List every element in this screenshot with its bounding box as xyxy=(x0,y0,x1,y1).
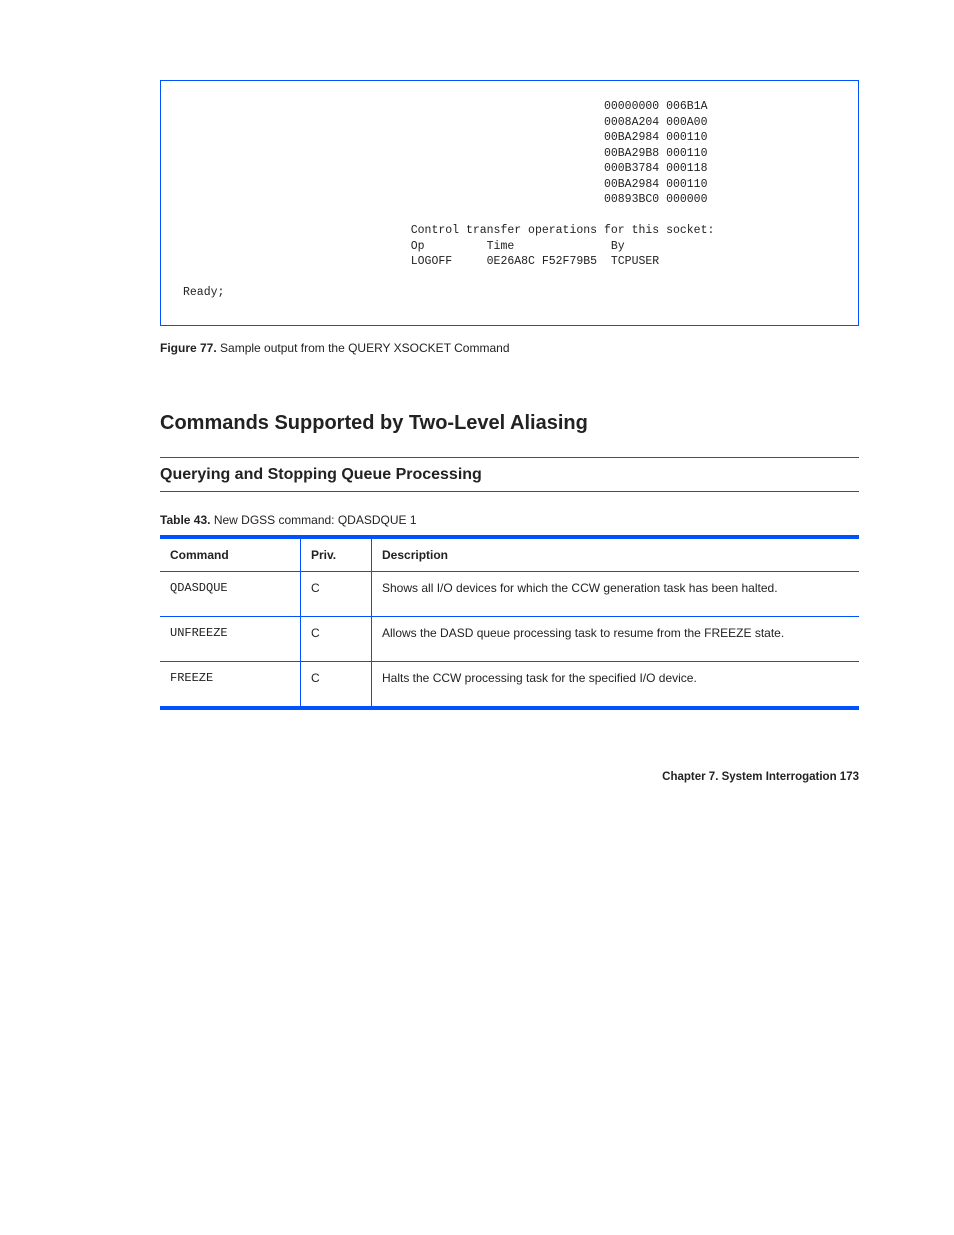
col-header-description: Description xyxy=(372,537,860,572)
table-header-row: Command Priv. Description xyxy=(160,537,859,572)
cell-description: Halts the CCW processing task for the sp… xyxy=(372,662,860,709)
cell-command: UNFREEZE xyxy=(160,617,301,662)
figure-caption-text: Sample output from the QUERY XSOCKET Com… xyxy=(220,341,509,355)
table-title-text: New DGSS command: QDASDQUE 1 xyxy=(214,513,417,527)
cell-priv: C xyxy=(301,662,372,709)
cell-description: Shows all I/O devices for which the CCW … xyxy=(372,571,860,616)
cell-priv: C xyxy=(301,571,372,616)
command-table: Command Priv. Description QDASDQUE C Sho… xyxy=(160,535,859,711)
figure-code-box: 00000000 006B1A 0008A204 000A00 00BA2984… xyxy=(160,80,859,326)
col-header-command: Command xyxy=(160,537,301,572)
table-title: Table 43. New DGSS command: QDASDQUE 1 xyxy=(160,512,859,528)
table-row: UNFREEZE C Allows the DASD queue process… xyxy=(160,617,859,662)
section-rule xyxy=(160,457,859,458)
figure-caption-label: Figure 77. xyxy=(160,341,217,355)
cell-description: Allows the DASD queue processing task to… xyxy=(372,617,860,662)
table-row: QDASDQUE C Shows all I/O devices for whi… xyxy=(160,571,859,616)
figure-code: 00000000 006B1A 0008A204 000A00 00BA2984… xyxy=(183,99,836,301)
cell-command: FREEZE xyxy=(160,662,301,709)
section-heading: Commands Supported by Two-Level Aliasing xyxy=(160,410,859,437)
subsection-rule xyxy=(160,491,859,492)
cell-priv: C xyxy=(301,617,372,662)
cell-command: QDASDQUE xyxy=(160,571,301,616)
table-title-label: Table 43. xyxy=(160,513,210,527)
subsection-heading: Querying and Stopping Queue Processing xyxy=(160,464,859,486)
col-header-priv: Priv. xyxy=(301,537,372,572)
page-footer: Chapter 7. System Interrogation 173 xyxy=(160,770,859,786)
table-row: FREEZE C Halts the CCW processing task f… xyxy=(160,662,859,709)
figure-caption: Figure 77. Sample output from the QUERY … xyxy=(160,340,859,356)
